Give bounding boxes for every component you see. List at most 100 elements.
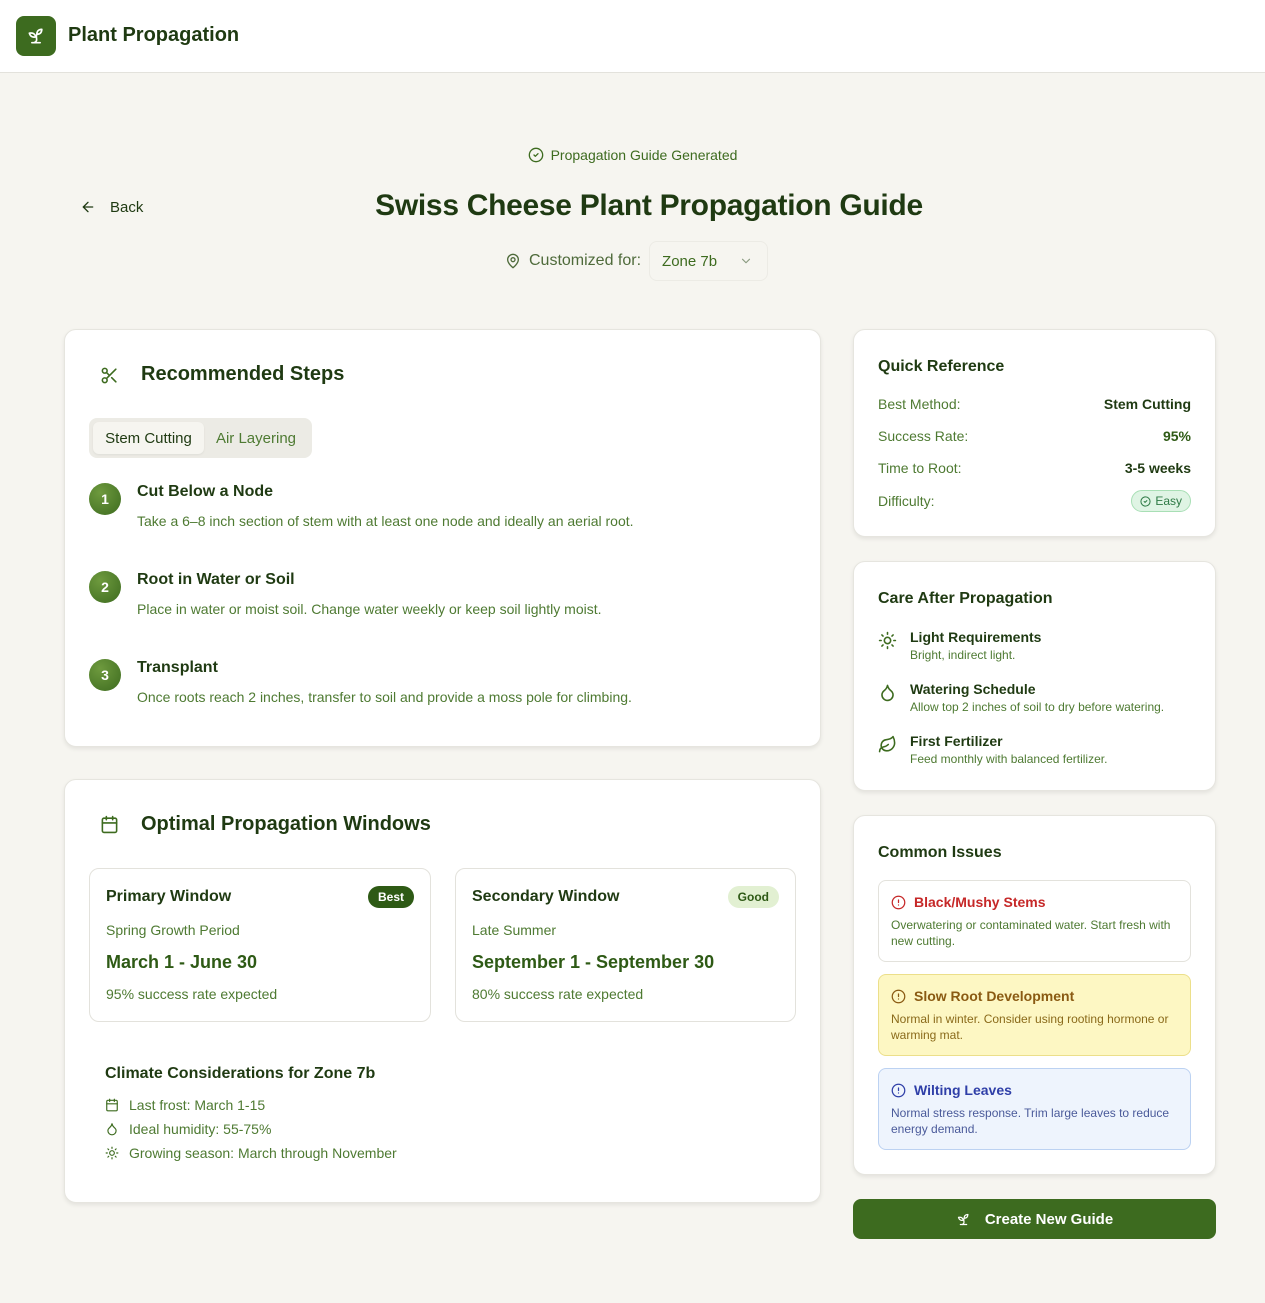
propagation-windows-title: Optimal Propagation Windows <box>141 813 431 835</box>
care-item-desc: Feed monthly with balanced fertilizer. <box>910 752 1108 766</box>
quick-reference-row: Success Rate: 95% <box>878 425 1191 447</box>
chevron-down-icon <box>741 258 751 264</box>
step-number: 2 <box>89 571 121 603</box>
care-item: Watering Schedule Allow top 2 inches of … <box>878 681 1198 717</box>
climate-item: Last frost: March 1-15 <box>105 1096 265 1114</box>
issue-header: Black/Mushy Stems <box>891 894 1046 910</box>
window-title: Secondary Window <box>472 888 620 905</box>
zone-select-value: Zone 7b <box>662 252 718 270</box>
quick-reference-title: Quick Reference <box>878 358 1005 375</box>
quick-reference-row: Time to Root: 3-5 weeks <box>878 457 1191 479</box>
window-dates: March 1 - June 30 <box>106 952 258 972</box>
climate-item: Ideal humidity: 55-75% <box>105 1120 271 1138</box>
qr-label: Best Method: <box>878 396 961 412</box>
window-success-rate: 95% success rate expected <box>106 986 278 1002</box>
step-title: Transplant <box>137 659 218 676</box>
step-item: 2 Root in Water or Soil Place in water o… <box>89 571 789 631</box>
care-item-desc: Allow top 2 inches of soil to dry before… <box>910 700 1165 714</box>
scissors-icon <box>101 367 117 384</box>
quick-reference-card: Quick Reference Best Method: Stem Cuttin… <box>853 329 1216 537</box>
sun-icon <box>878 631 897 650</box>
issue-description: Normal in winter. Consider using rooting… <box>891 1012 1169 1042</box>
issue-title: Black/Mushy Stems <box>914 894 1046 910</box>
common-issues-card: Common Issues Black/Mushy Stems Overwate… <box>853 815 1216 1175</box>
customized-for-label: Customized for: <box>529 252 642 269</box>
issue-header: Wilting Leaves <box>891 1082 1012 1098</box>
method-tabs: Stem Cutting Air Layering <box>89 418 312 458</box>
quick-reference-row: Difficulty: Easy <box>878 490 1191 512</box>
create-new-guide-button[interactable]: Create New Guide <box>853 1199 1216 1239</box>
qr-label: Success Rate: <box>878 428 969 444</box>
sprout-icon <box>28 28 43 44</box>
issue-item: Black/Mushy Stems Overwatering or contam… <box>878 880 1191 962</box>
care-item: Light Requirements Bright, indirect ligh… <box>878 629 1198 665</box>
issue-description: Overwatering or contaminated water. Star… <box>891 918 1171 948</box>
best-badge: Best <box>367 886 414 908</box>
care-card: Care After Propagation Light Requirement… <box>853 561 1216 791</box>
common-issues-title: Common Issues <box>878 844 1002 861</box>
good-badge: Good <box>727 886 779 908</box>
step-number: 3 <box>89 659 121 691</box>
qr-value: Stem Cutting <box>1103 396 1191 412</box>
qr-label: Difficulty: <box>878 493 935 509</box>
window-subtitle: Late Summer <box>472 922 557 938</box>
create-new-guide-label: Create New Guide <box>984 1210 1114 1228</box>
care-item-title: Watering Schedule <box>910 681 1036 697</box>
check-circle-icon <box>528 147 543 163</box>
care-item: First Fertilizer Feed monthly with balan… <box>878 733 1198 769</box>
step-item: 1 Cut Below a Node Take a 6–8 inch secti… <box>89 483 789 543</box>
app-title: Plant Propagation <box>68 24 240 46</box>
step-title: Root in Water or Soil <box>137 571 295 588</box>
step-description: Once roots reach 2 inches, transfer to s… <box>137 689 632 705</box>
step-number: 1 <box>89 483 121 515</box>
qr-value: 3-5 weeks <box>1124 460 1191 476</box>
issue-item: Slow Root Development Normal in winter. … <box>878 974 1191 1056</box>
tab-stem-cutting[interactable]: Stem Cutting <box>93 422 204 454</box>
sprout-icon <box>957 1213 969 1225</box>
calendar-icon <box>101 815 118 834</box>
care-item-desc: Bright, indirect light. <box>910 648 1016 662</box>
issue-item: Wilting Leaves Normal stress response. T… <box>878 1068 1191 1150</box>
generated-status: Propagation Guide Generated <box>0 145 1265 165</box>
care-item-title: First Fertilizer <box>910 733 1003 749</box>
calendar-icon <box>106 1098 118 1112</box>
issue-description: Normal stress response. Trim large leave… <box>891 1106 1170 1136</box>
climate-item-text: Ideal humidity: 55-75% <box>129 1121 272 1137</box>
step-title: Cut Below a Node <box>137 483 274 500</box>
zone-select[interactable]: Zone 7b <box>649 241 769 281</box>
issue-header: Slow Root Development <box>891 988 1074 1004</box>
check-circle-icon <box>1140 495 1151 507</box>
droplet-icon <box>107 1123 117 1136</box>
top-bar: Plant Propagation <box>0 0 1265 73</box>
step-item: 3 Transplant Once roots reach 2 inches, … <box>89 659 789 719</box>
climate-item-text: Growing season: March through November <box>129 1145 397 1161</box>
issue-title: Wilting Leaves <box>914 1082 1012 1098</box>
qr-value: 95% <box>1162 428 1191 444</box>
step-description: Take a 6–8 inch section of stem with at … <box>137 513 634 529</box>
recommended-steps-card: Recommended Steps Stem Cutting Air Layer… <box>64 329 821 747</box>
window-title: Primary Window <box>106 888 232 905</box>
customized-for-row: Customized for: Zone 7b <box>505 241 769 281</box>
quick-reference-row: Best Method: Stem Cutting <box>878 393 1191 415</box>
climate-item-text: Last frost: March 1-15 <box>129 1097 266 1113</box>
alert-circle-icon <box>891 895 906 909</box>
difficulty-badge: Easy <box>1131 490 1191 512</box>
primary-window-box: Primary Window Best Spring Growth Period… <box>89 868 431 1022</box>
alert-circle-icon <box>891 989 906 1003</box>
window-success-rate: 80% success rate expected <box>472 986 644 1002</box>
care-title: Care After Propagation <box>878 590 1053 607</box>
generated-status-text: Propagation Guide Generated <box>550 147 738 163</box>
tab-air-layering[interactable]: Air Layering <box>204 422 308 454</box>
recommended-steps-title: Recommended Steps <box>141 363 345 385</box>
droplet-icon <box>881 684 894 702</box>
sun-icon <box>105 1146 119 1160</box>
page-title: Swiss Cheese Plant Propagation Guide <box>375 189 923 222</box>
app-logo[interactable] <box>16 16 56 56</box>
map-pin-icon <box>507 253 519 269</box>
issue-title: Slow Root Development <box>914 988 1075 1004</box>
propagation-windows-card: Optimal Propagation Windows Primary Wind… <box>64 779 821 1203</box>
alert-circle-icon <box>891 1083 906 1097</box>
care-item-title: Light Requirements <box>910 629 1042 645</box>
secondary-window-box: Secondary Window Good Late Summer Septem… <box>455 868 796 1022</box>
step-description: Place in water or moist soil. Change wat… <box>137 601 602 617</box>
